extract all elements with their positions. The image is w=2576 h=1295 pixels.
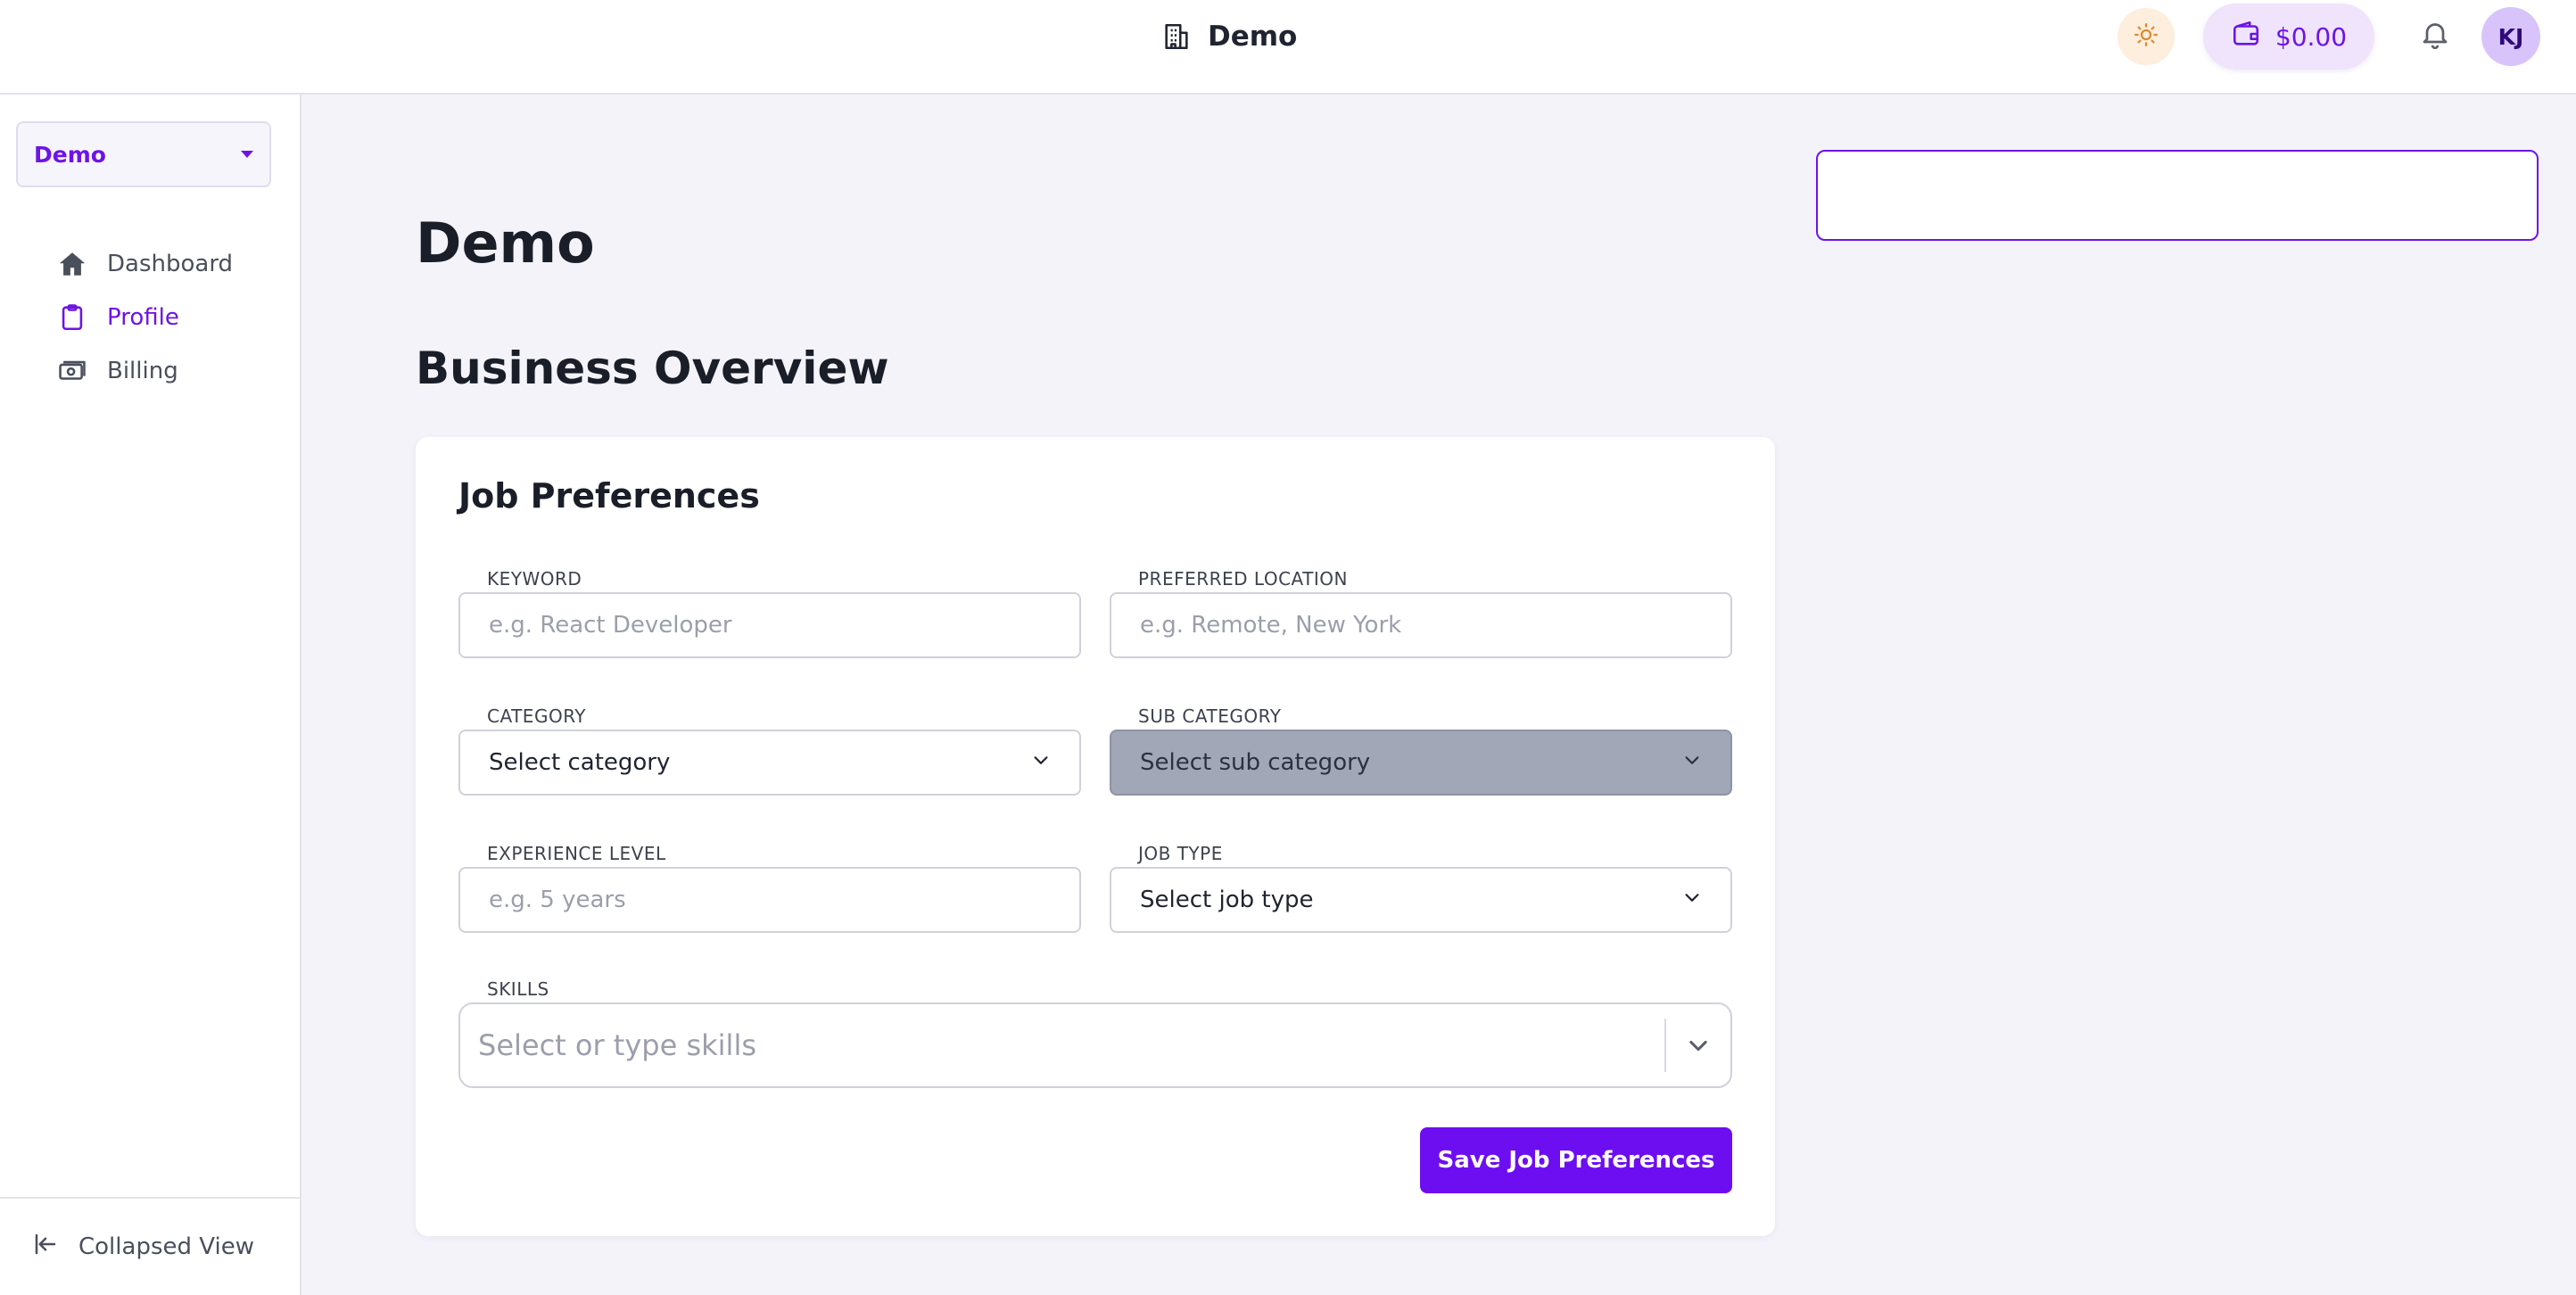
- job-type-select-value: Select job type: [1140, 887, 1314, 913]
- sidebar: Demo Dashboard Profile Billing Collapsed…: [0, 95, 301, 1295]
- organization-select-value: Demo: [34, 141, 106, 168]
- sub-category-select[interactable]: Select sub category: [1110, 730, 1732, 796]
- skills-placeholder: Select or type skills: [478, 1028, 756, 1062]
- chevron-down-icon: [1682, 887, 1702, 913]
- job-preferences-card: Job Preferences KEYWORD e.g. React Devel…: [416, 437, 1775, 1236]
- experience-placeholder: e.g. 5 years: [489, 887, 626, 913]
- location-label: PREFERRED LOCATION: [1138, 568, 1349, 590]
- collapse-left-icon: [32, 1231, 59, 1264]
- sub-category-select-value: Select sub category: [1140, 749, 1371, 776]
- bell-icon: [2419, 18, 2451, 54]
- keyword-label: KEYWORD: [487, 568, 582, 590]
- collapse-sidebar-label: Collapsed View: [78, 1233, 254, 1260]
- avatar[interactable]: KJ: [2481, 7, 2540, 66]
- wallet-icon: [2231, 19, 2261, 55]
- save-job-preferences-button[interactable]: Save Job Preferences: [1420, 1127, 1732, 1193]
- sidebar-item-label: Profile: [107, 304, 179, 331]
- experience-label: EXPERIENCE LEVEL: [487, 843, 666, 864]
- category-label: CATEGORY: [487, 705, 587, 727]
- sub-category-field-group: SUB CATEGORY Select sub category: [1110, 703, 1732, 796]
- category-select[interactable]: Select category: [458, 730, 1081, 796]
- location-input[interactable]: e.g. Remote, New York: [1110, 592, 1732, 658]
- sidebar-item-label: Dashboard: [107, 251, 234, 277]
- chevron-down-icon: [1682, 749, 1702, 776]
- clipboard-icon: [57, 302, 87, 333]
- theme-toggle-button[interactable]: [2118, 8, 2175, 65]
- section-title: Business Overview: [416, 342, 889, 394]
- skills-field-group: SKILLS Select or type skills: [458, 976, 1732, 1088]
- chevron-down-icon: [1031, 749, 1051, 776]
- location-placeholder: e.g. Remote, New York: [1140, 612, 1402, 639]
- category-field-group: CATEGORY Select category: [458, 703, 1081, 796]
- organization-select[interactable]: Demo: [16, 121, 271, 187]
- sub-category-label: SUB CATEGORY: [1138, 705, 1282, 727]
- job-type-label: JOB TYPE: [1138, 843, 1223, 864]
- chevron-down-icon[interactable]: [1666, 1033, 1730, 1058]
- skills-multiselect[interactable]: Select or type skills: [458, 1002, 1732, 1088]
- location-field-group: PREFERRED LOCATION e.g. Remote, New York: [1110, 565, 1732, 658]
- sidebar-item-billing[interactable]: Billing: [57, 344, 289, 398]
- skills-label: SKILLS: [487, 978, 549, 1000]
- search-input[interactable]: [1816, 150, 2539, 241]
- card-title: Job Preferences: [458, 476, 760, 516]
- notifications-button[interactable]: [2415, 16, 2455, 55]
- building-icon: [1161, 21, 1192, 52]
- keyword-field-group: KEYWORD e.g. React Developer: [458, 565, 1081, 658]
- collapse-sidebar-button[interactable]: Collapsed View: [0, 1197, 300, 1295]
- caret-down-icon: [241, 151, 253, 158]
- wallet-button[interactable]: $0.00: [2203, 4, 2374, 70]
- brand: Demo: [1161, 18, 1297, 55]
- job-type-select[interactable]: Select job type: [1110, 867, 1732, 933]
- sun-icon: [2133, 21, 2159, 52]
- money-icon: [57, 356, 87, 386]
- keyword-placeholder: e.g. React Developer: [489, 612, 732, 639]
- job-type-field-group: JOB TYPE Select job type: [1110, 840, 1732, 933]
- sidebar-item-profile[interactable]: Profile: [57, 291, 289, 344]
- sidebar-nav: Dashboard Profile Billing: [57, 237, 289, 398]
- wallet-balance: $0.00: [2275, 21, 2348, 52]
- top-header: Demo $0.00 KJ: [0, 0, 2576, 95]
- page-title: Demo: [416, 210, 595, 276]
- experience-input[interactable]: e.g. 5 years: [458, 867, 1081, 933]
- sidebar-item-label: Billing: [107, 358, 178, 384]
- experience-field-group: EXPERIENCE LEVEL e.g. 5 years: [458, 840, 1081, 933]
- category-select-value: Select category: [489, 749, 671, 776]
- home-icon: [57, 249, 87, 279]
- sidebar-item-dashboard[interactable]: Dashboard: [57, 237, 289, 291]
- keyword-input[interactable]: e.g. React Developer: [458, 592, 1081, 658]
- app-title: Demo: [1208, 21, 1298, 53]
